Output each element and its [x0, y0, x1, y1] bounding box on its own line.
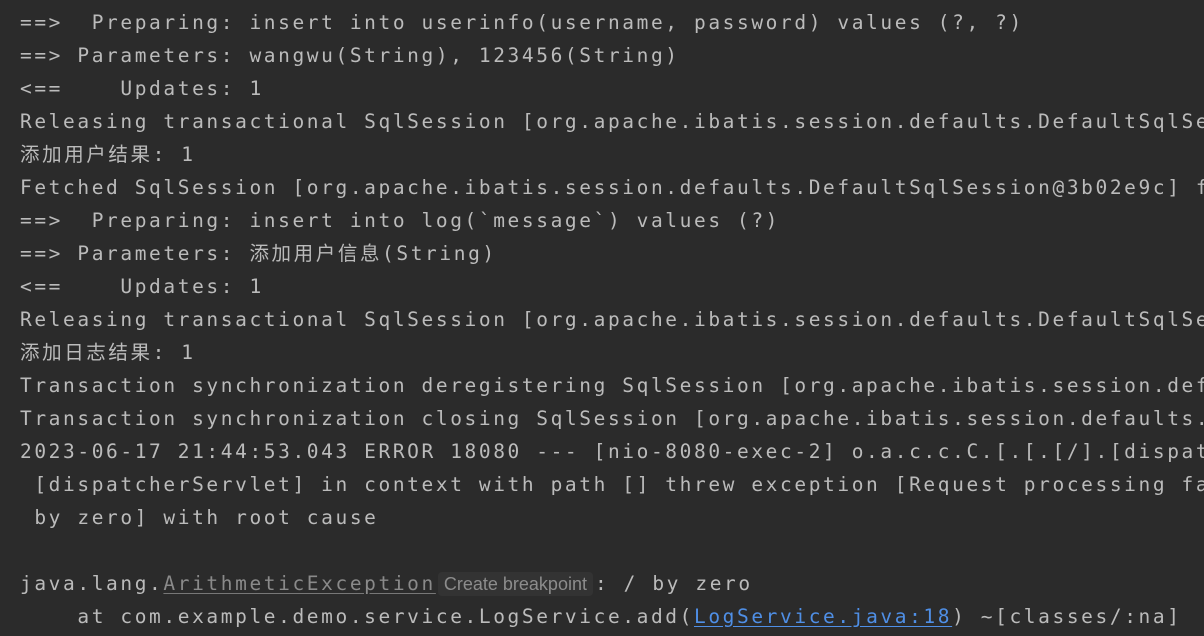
console-output: ==> Preparing: insert into userinfo(user… [0, 0, 1204, 636]
exception-message: : / by zero [594, 572, 753, 595]
stack-trace-line: at com.example.demo.service.LogService.a… [20, 600, 1182, 633]
console-line: by zero] with root cause [20, 506, 379, 529]
console-line: <== Updates: 1 [20, 275, 264, 298]
console-line: 添加用户结果: 1 [20, 143, 196, 166]
console-line: 添加日志结果: 1 [20, 341, 196, 364]
console-line: 2023-06-17 21:44:53.043 ERROR 18080 --- … [20, 440, 1204, 463]
console-line: Transaction synchronization closing SqlS… [20, 407, 1204, 430]
console-line: Fetched SqlSession [org.apache.ibatis.se… [20, 176, 1204, 199]
console-line: ==> Parameters: 添加用户信息(String) [20, 242, 497, 265]
exception-line: java.lang.ArithmeticException Create brea… [20, 567, 753, 600]
console-line: ==> Parameters: wangwu(String), 123456(S… [20, 44, 680, 67]
console-line: Releasing transactional SqlSession [org.… [20, 308, 1204, 331]
console-line: Releasing transactional SqlSession [org.… [20, 110, 1204, 133]
stack-suffix: ) ~[classes/:na] [952, 605, 1182, 628]
console-line: Transaction synchronization deregisterin… [20, 374, 1204, 397]
console-line: [dispatcherServlet] in context with path… [34, 473, 1204, 496]
exception-class-link[interactable]: ArithmeticException [163, 572, 435, 595]
exception-prefix: java.lang. [20, 572, 164, 595]
create-breakpoint-button[interactable]: Create breakpoint [437, 572, 593, 596]
source-file-link[interactable]: LogService.java:18 [694, 605, 952, 628]
stack-prefix: at com.example.demo.service.LogService.a… [20, 605, 694, 628]
console-line: ==> Preparing: insert into log(`message`… [20, 209, 781, 232]
console-line: <== Updates: 1 [20, 77, 264, 100]
console-line: ==> Preparing: insert into userinfo(user… [20, 11, 1024, 34]
